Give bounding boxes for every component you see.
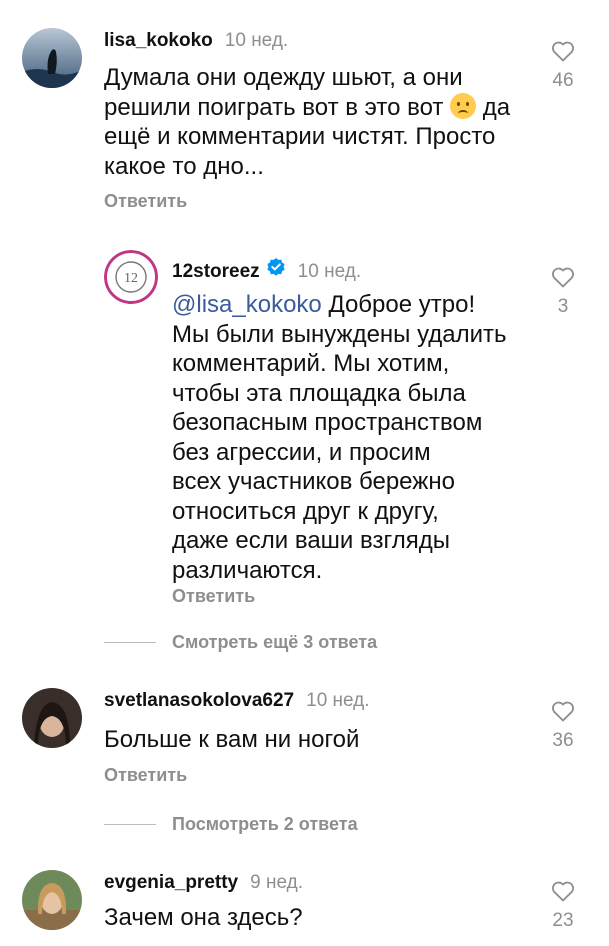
comment-text: Больше к вам ни ногой	[104, 725, 524, 755]
avatar-svetlanasokolova627[interactable]	[22, 688, 82, 748]
reply-button[interactable]: Ответить	[104, 191, 187, 212]
timestamp: 9 нед.	[250, 872, 303, 893]
comment-line: Думала они одежду шьют, а они	[104, 64, 463, 91]
heart-outline-icon	[552, 881, 574, 902]
avatar-image	[22, 28, 82, 88]
like-button[interactable]: 23	[533, 880, 593, 932]
reply-button[interactable]: Ответить	[172, 586, 255, 607]
comment-line: безопасным пространством	[172, 409, 483, 436]
timestamp: 10 нед.	[297, 261, 362, 282]
comment-line: @lisa_kokoko Доброе утро!	[172, 290, 542, 320]
like-button[interactable]: 36	[533, 700, 593, 752]
verified-badge-icon	[267, 258, 285, 276]
avatar-image	[22, 688, 82, 748]
like-button[interactable]: 46	[533, 40, 593, 92]
comment-line: различаются.	[172, 556, 323, 584]
comment-line-part: да	[482, 93, 511, 121]
comment-line: Мы были вынуждены удалить	[172, 320, 507, 348]
comment-text: Зачем она здесь?	[104, 903, 524, 933]
comment-text: @lisa_kokoko Доброе утро! Мы были вынужд…	[172, 290, 542, 585]
avatar-lisa-kokoko[interactable]	[22, 28, 82, 88]
username[interactable]: svetlanasokolova627	[104, 690, 294, 712]
reply-button[interactable]: Ответить	[104, 765, 187, 786]
comment-line: всех участников бережно	[172, 468, 455, 495]
username[interactable]: evgenia_pretty	[104, 872, 238, 894]
like-count: 3	[557, 296, 569, 317]
view-more-replies[interactable]: Смотреть ещё 3 ответа	[104, 632, 377, 653]
view-replies-label: Посмотреть 2 ответа	[172, 814, 358, 834]
comment-line: решили поиграть вот в это вот да	[104, 92, 544, 123]
like-button[interactable]: 3	[533, 266, 593, 318]
comment-meta: svetlanasokolova627 10 нед.	[104, 690, 370, 712]
heart-outline-icon	[552, 701, 574, 722]
comment-line: комментарий. Мы хотим,	[172, 350, 450, 377]
crying-face-icon	[450, 92, 477, 119]
comment-text: Думала они одежду шьют, а они решили пои…	[104, 63, 544, 181]
thread-divider	[104, 642, 156, 643]
comment-line-part: Доброе утро!	[328, 291, 476, 318]
comment-meta: 12storeez 10 нед.	[172, 257, 361, 283]
comment-line-part: решили поиграть вот в это вот	[104, 93, 444, 121]
like-count: 46	[552, 70, 574, 91]
comment-line: даже если ваши взгляды	[172, 527, 450, 554]
avatar-evgenia-pretty[interactable]	[22, 870, 82, 930]
avatar-image	[22, 870, 82, 930]
comment-line: чтобы эта площадка была	[172, 379, 466, 407]
comment-line: без агрессии, и просим	[172, 438, 431, 466]
like-count: 23	[552, 910, 574, 931]
timestamp: 10 нед.	[306, 690, 370, 711]
avatar-image: 12	[104, 250, 158, 304]
comment-line: ещё и комментарии чистят. Просто	[104, 123, 496, 150]
comment-meta: evgenia_pretty 9 нед.	[104, 872, 303, 894]
avatar-12storeez[interactable]: 12	[104, 250, 158, 304]
like-count: 36	[552, 730, 574, 751]
view-more-replies-label: Смотреть ещё 3 ответа	[172, 632, 378, 652]
username[interactable]: lisa_kokoko	[104, 30, 213, 52]
comment-line: Больше к вам ни ногой	[104, 726, 360, 753]
comment-meta: lisa_kokoko 10 нед.	[104, 30, 288, 52]
mention-link[interactable]: @lisa_kokoko	[172, 291, 322, 318]
view-replies[interactable]: Посмотреть 2 ответа	[104, 814, 358, 835]
comment-line: какое то дно...	[104, 152, 264, 180]
thread-divider	[104, 824, 156, 825]
heart-outline-icon	[552, 267, 574, 288]
svg-text:12: 12	[124, 271, 138, 286]
comment-line: Зачем она здесь?	[104, 904, 303, 931]
heart-outline-icon	[552, 41, 574, 62]
username[interactable]: 12storeez	[172, 261, 260, 283]
timestamp: 10 нед.	[224, 30, 289, 51]
comment-line: относиться друг к другу,	[172, 497, 439, 525]
